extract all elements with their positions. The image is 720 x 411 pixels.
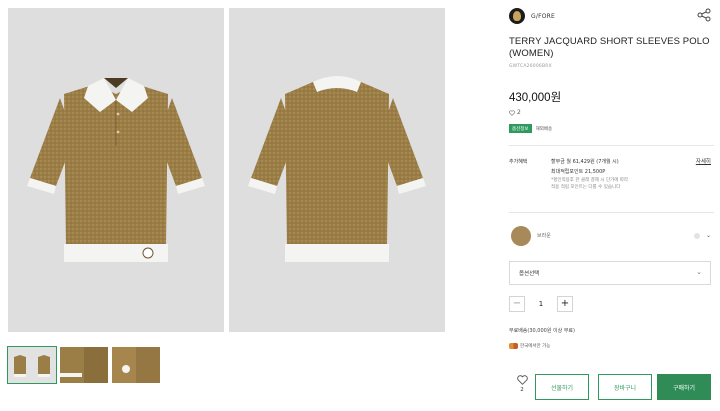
thumbnail-front-back[interactable] — [7, 346, 57, 384]
member-text: 한국에서만 가능 — [520, 344, 551, 349]
product-title: TERRY JACQUARD SHORT SLEEVES POLO (WOMEN… — [509, 36, 710, 59]
color-alt-dot[interactable] — [694, 233, 700, 239]
thumbnail-strip — [7, 346, 160, 384]
benefit-label: 추가혜택 — [509, 159, 528, 165]
option-label: 옵션선택 — [519, 271, 540, 277]
like-count-value: 2 — [517, 109, 521, 116]
benefit-note-1: *할인적용후 한 클래 결제 시 단가에 따라 — [551, 178, 629, 183]
color-name: 브라운 — [537, 233, 551, 239]
points-text: 최대적립포인트 21,500P — [551, 169, 606, 175]
wishlist-count: 2 — [520, 387, 524, 393]
thumbnail-image — [8, 347, 56, 383]
heart-small-icon — [509, 109, 515, 116]
product-price: 430,000원 — [509, 92, 562, 104]
product-code: GWTCA26006BRX — [509, 64, 552, 69]
wishlist-button[interactable]: 2 — [512, 375, 532, 393]
quantity-stepper: − 1 + — [509, 296, 573, 312]
member-info: 한국에서만 가능 — [509, 343, 550, 349]
product-image-back[interactable] — [229, 8, 445, 332]
badge-extra: 해외배송 — [535, 126, 553, 132]
thumbnail-image — [60, 347, 108, 383]
chevron-down-icon[interactable]: ⌄ — [706, 232, 711, 239]
color-swatch[interactable] — [511, 226, 531, 246]
cart-button[interactable]: 장바구니 — [598, 374, 652, 400]
option-select[interactable]: 옵션선택 ⌄ — [509, 261, 711, 285]
heart-icon — [516, 375, 528, 385]
divider — [509, 145, 714, 146]
like-count: 2 — [509, 109, 521, 116]
member-icon — [509, 343, 518, 349]
quantity-value[interactable]: 1 — [525, 300, 557, 308]
brand-name[interactable]: G/FORE — [531, 13, 555, 20]
chevron-down-icon: ⌄ — [696, 268, 702, 276]
benefit-note-2: 적용 적립 포인트는 다를 수 있습니다 — [551, 185, 621, 190]
buy-button[interactable]: 구매하기 — [657, 374, 711, 400]
polo-back-illustration — [248, 76, 426, 262]
divider — [509, 212, 714, 213]
benefit-detail-link[interactable]: 자세히 — [696, 157, 711, 165]
status-badge: 옵션정보 — [509, 124, 532, 133]
badge-row: 옵션정보 해외배송 — [509, 124, 552, 133]
quantity-minus-button[interactable]: − — [509, 296, 525, 312]
gift-button[interactable]: 선물하기 — [535, 374, 589, 400]
installment-text: 할부금 월 61,429원 (7개월 시) — [551, 159, 619, 165]
product-image-front[interactable] — [8, 8, 224, 332]
thumbnail-detail-2[interactable] — [112, 347, 160, 383]
shipping-info: 무료배송(30,000원 이상 무료) — [509, 328, 575, 334]
brand-logo[interactable] — [509, 8, 525, 24]
share-icon[interactable] — [697, 8, 711, 22]
thumbnail-image — [112, 347, 160, 383]
polo-front-illustration — [27, 78, 205, 262]
quantity-plus-button[interactable]: + — [557, 296, 573, 312]
thumbnail-detail-1[interactable] — [60, 347, 108, 383]
brand-row: G/FORE — [509, 7, 714, 25]
product-info-panel: G/FORE TERRY JACQUARD SHORT SLEEVES POLO… — [509, 0, 714, 411]
